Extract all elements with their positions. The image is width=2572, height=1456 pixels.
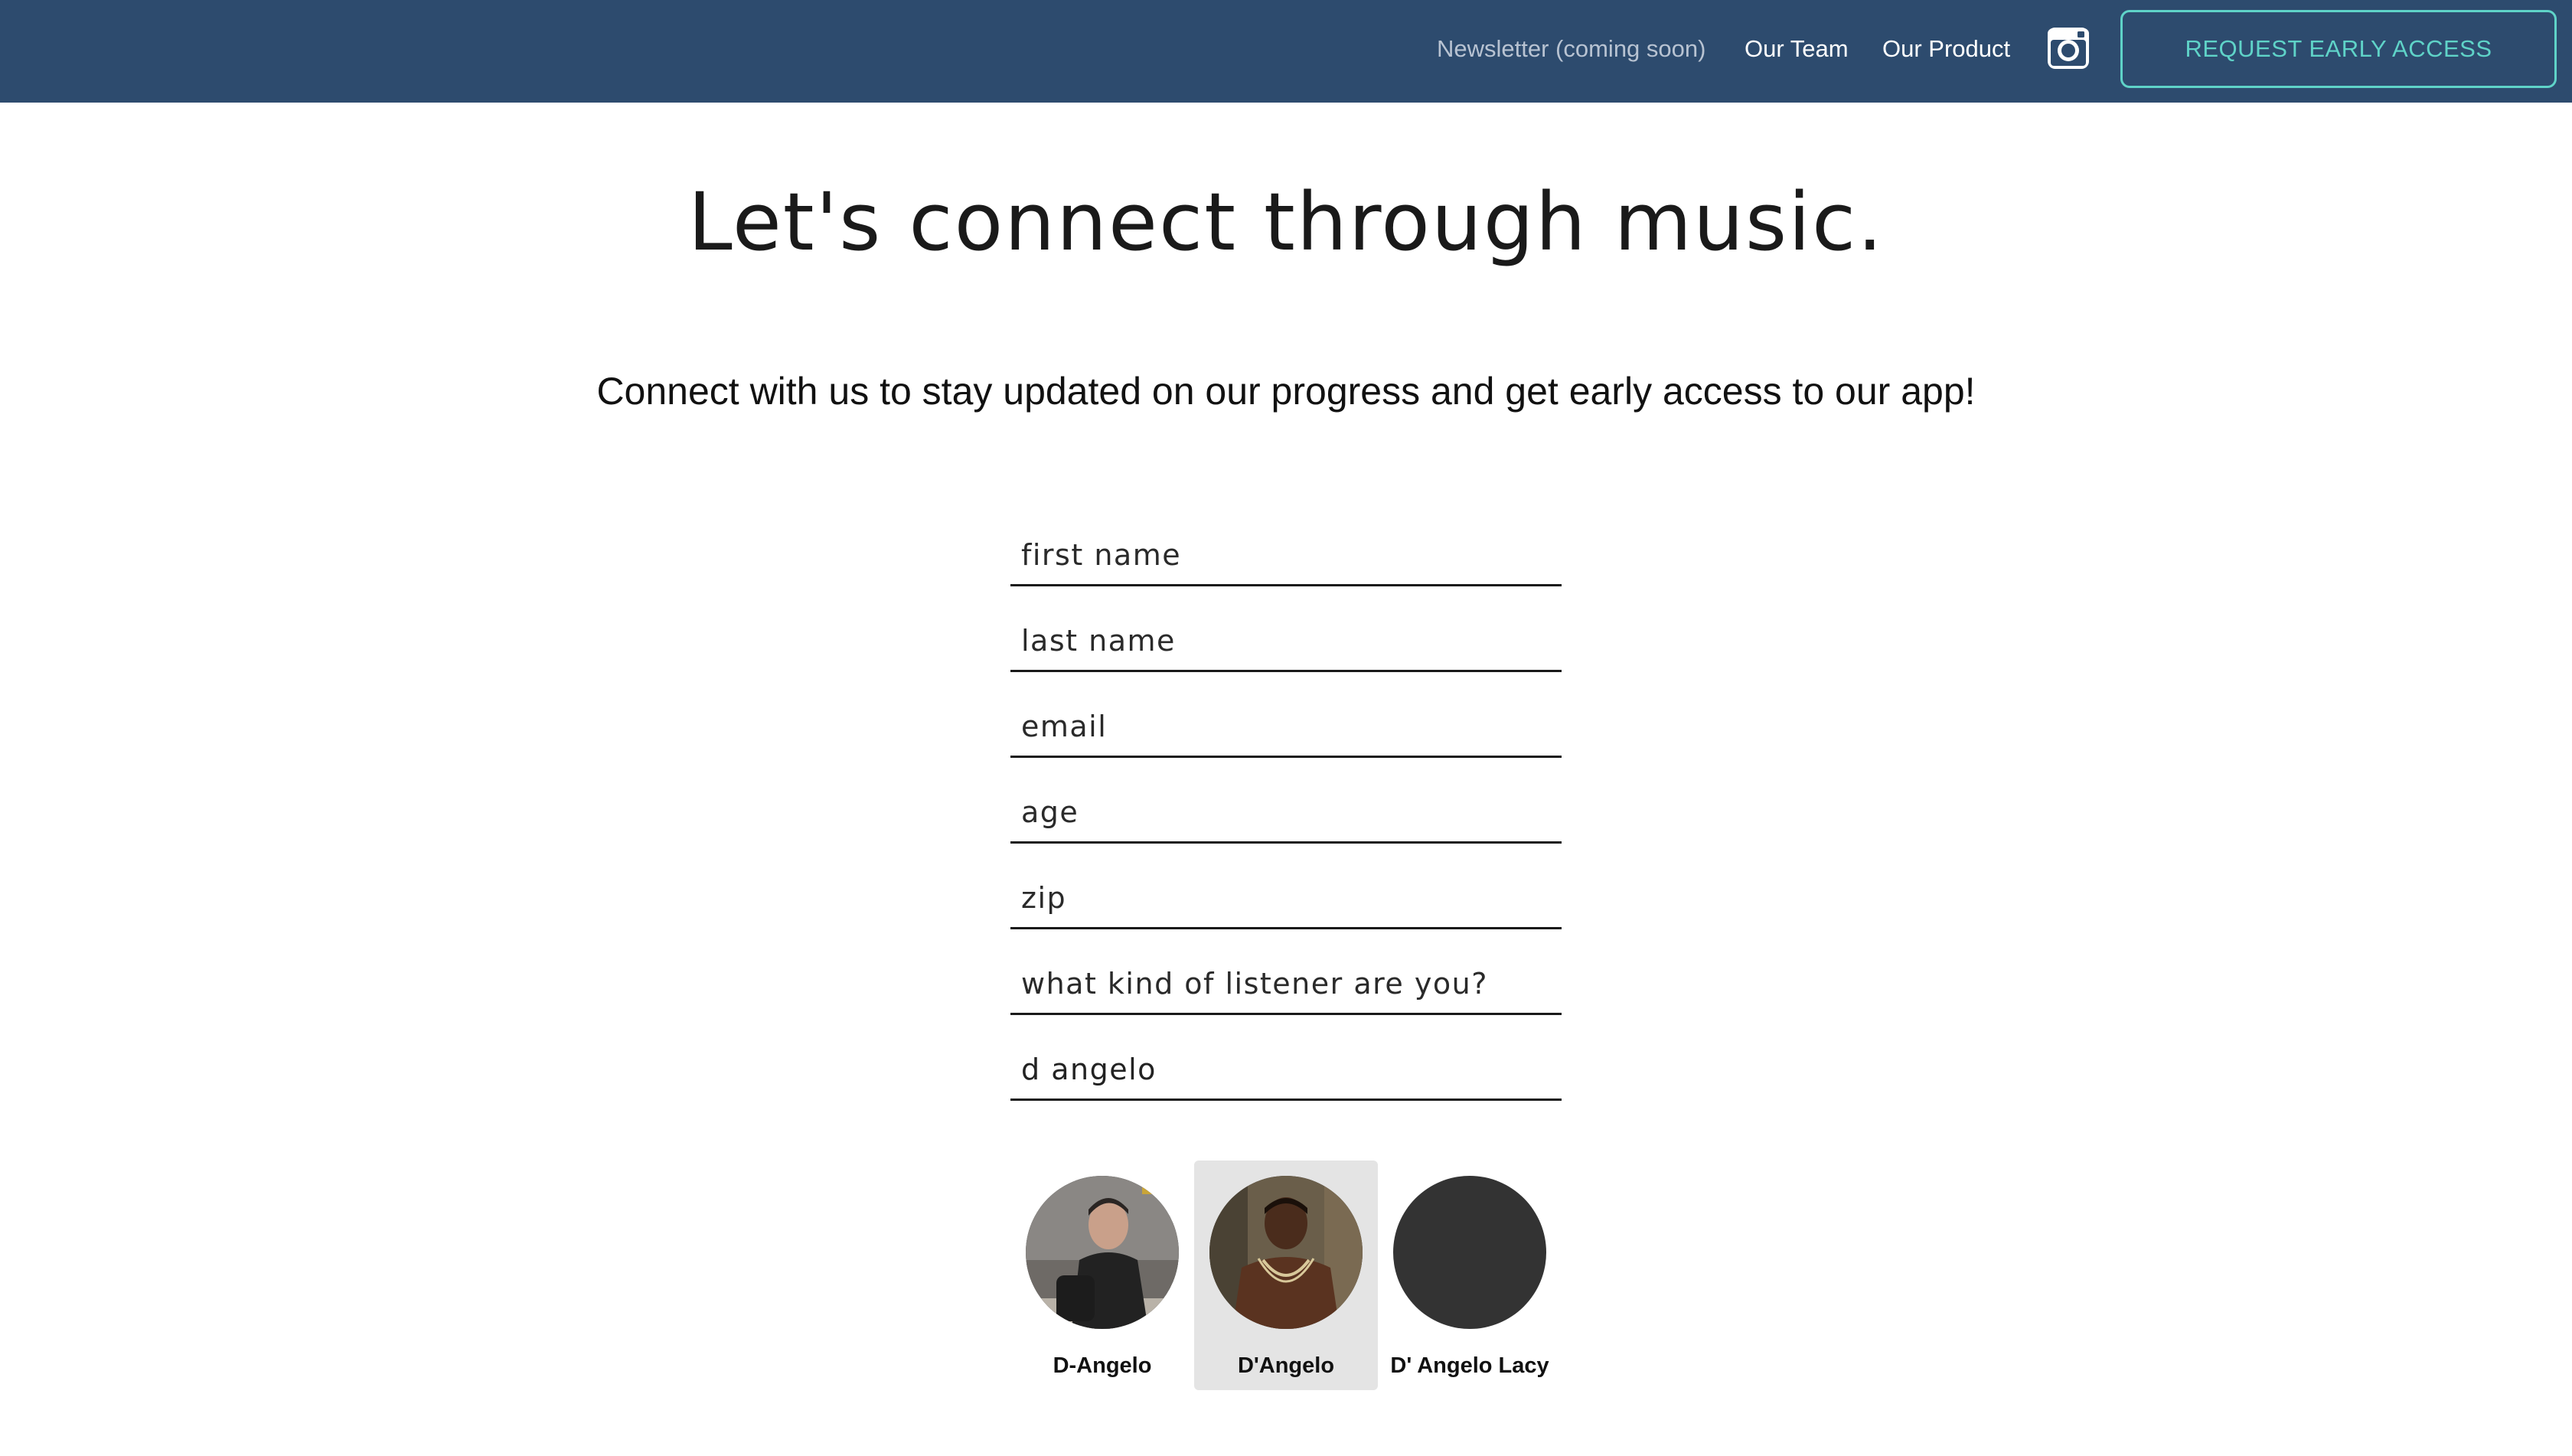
- request-early-access-button[interactable]: REQUEST EARLY ACCESS: [2120, 10, 2557, 88]
- artist-result-card-selected[interactable]: D'Angelo: [1194, 1161, 1378, 1390]
- nav-newsletter-link[interactable]: Newsletter (coming soon): [1437, 34, 1705, 64]
- artist-results: D-Angelo D'Angelo D' Angelo Lacy: [1010, 1161, 1562, 1390]
- instagram-icon[interactable]: [2046, 26, 2091, 70]
- listener-type-field: [1010, 951, 1562, 1015]
- artist-search-input[interactable]: [1021, 1046, 1549, 1092]
- first-name-input[interactable]: [1021, 532, 1549, 578]
- first-name-field: [1010, 522, 1562, 586]
- age-field: [1010, 779, 1562, 844]
- artist-avatar-placeholder: [1393, 1176, 1546, 1329]
- listener-type-input[interactable]: [1021, 961, 1549, 1007]
- zip-input[interactable]: [1021, 875, 1549, 921]
- artist-avatar: [1026, 1176, 1179, 1329]
- email-input[interactable]: [1021, 704, 1549, 749]
- artist-result-name: D-Angelo: [1053, 1353, 1152, 1378]
- nav-our-product-link[interactable]: Our Product: [1882, 34, 2010, 64]
- artist-result-card[interactable]: D-Angelo: [1010, 1161, 1194, 1390]
- artist-search-field: [1010, 1037, 1562, 1101]
- last-name-input[interactable]: [1021, 618, 1549, 664]
- artist-avatar: [1209, 1176, 1363, 1329]
- artist-result-card[interactable]: D' Angelo Lacy: [1378, 1161, 1562, 1390]
- last-name-field: [1010, 608, 1562, 672]
- zip-field: [1010, 865, 1562, 929]
- email-field: [1010, 694, 1562, 758]
- page-headline: Let's connect through music.: [687, 175, 1885, 269]
- artist-result-name: D'Angelo: [1237, 1353, 1335, 1378]
- artist-result-name: D' Angelo Lacy: [1390, 1353, 1549, 1378]
- age-input[interactable]: [1021, 789, 1549, 835]
- page-subheadline: Connect with us to stay updated on our p…: [596, 370, 1976, 413]
- top-navbar: Newsletter (coming soon) Our Team Our Pr…: [0, 0, 2572, 103]
- nav-our-team-link[interactable]: Our Team: [1745, 34, 1849, 64]
